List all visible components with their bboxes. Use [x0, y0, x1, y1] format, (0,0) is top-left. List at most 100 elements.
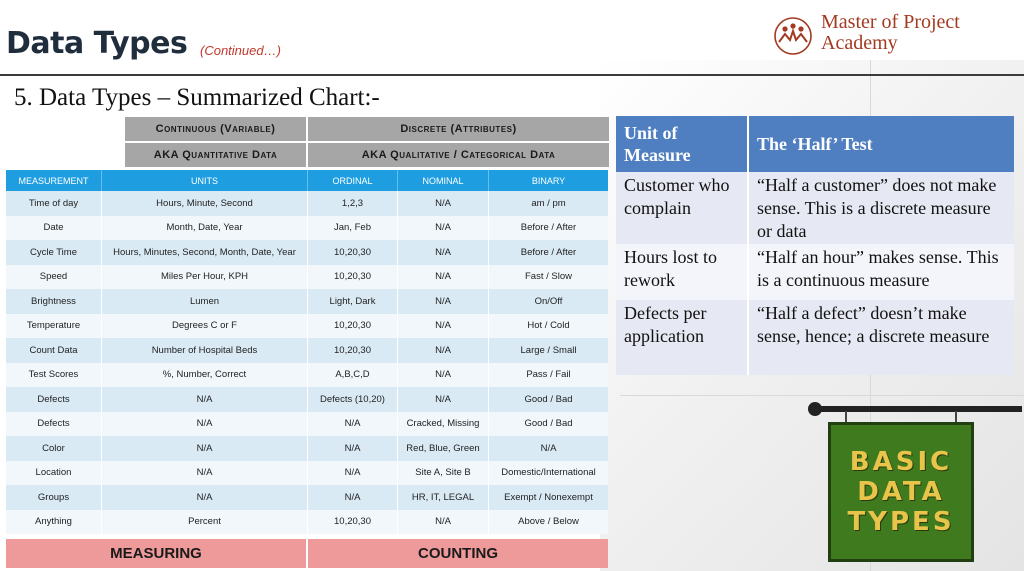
data-types-table: MEASUREMENT UNITS ORDINAL NOMINAL BINARY… [6, 170, 608, 534]
table-footer-row: MEASURING COUNTING [6, 539, 608, 568]
binary-cell: Fast / Slow [525, 271, 572, 283]
unit-cell: Defects per application [616, 300, 749, 375]
ordinal-cell: 1,2,3 [308, 191, 398, 216]
people-icon [774, 17, 812, 55]
ordinal-cell: N/A [308, 411, 398, 436]
basic-data-types-sign: BASIC DATA TYPES [828, 422, 974, 562]
measurement-cell: Color [6, 436, 102, 461]
nominal-cell: Cracked, Missing [398, 411, 489, 436]
sign-line: BASIC [849, 447, 953, 477]
nominal-cell: Red, Blue, Green [398, 436, 489, 461]
column-header-nominal: NOMINAL [398, 170, 489, 191]
column-header-ordinal: ORDINAL [308, 170, 398, 191]
category-continuous: Continuous (Variable) [125, 117, 308, 141]
logo-text: Master of Project Academy [821, 12, 960, 54]
sign-line: DATA [857, 477, 945, 507]
nominal-cell: N/A [398, 387, 489, 412]
category-discrete: Discrete (Attributes) [308, 117, 609, 141]
ordinal-cell: A,B,C,D [308, 362, 398, 387]
column-header-binary: BINARY [531, 175, 566, 186]
nominal-cell: HR, IT, LEGAL [398, 485, 489, 510]
table-row: Time of day Hours, Minute, Second 1,2,3 N/A… [6, 191, 608, 216]
ordinal-cell: 10,20,30 [308, 313, 398, 338]
units-cell: N/A [102, 411, 308, 436]
measurement-cell: Anything [6, 509, 102, 534]
measurement-cell: Time of day [6, 191, 102, 216]
units-cell: Hours, Minute, Second [102, 191, 308, 216]
column-header-units: UNITS [102, 170, 308, 191]
footer-measuring: MEASURING [6, 539, 308, 568]
test-cell: “Half a customer” does not make sense. T… [757, 175, 997, 241]
units-cell: Degrees C or F [102, 313, 308, 338]
binary-cell: On/Off [534, 295, 563, 307]
category-quantitative: AKA Quantitative Data [125, 143, 308, 167]
table-row: Defects N/A N/A Cracked, Missing Good / Bad [6, 411, 608, 436]
binary-cell: Before / After [520, 222, 577, 234]
nominal-cell: N/A [398, 338, 489, 363]
footer-counting: COUNTING [308, 539, 608, 568]
sign-line: TYPES [847, 507, 955, 537]
binary-cell: Before / After [520, 246, 577, 258]
table-row: Color N/A N/A Red, Blue, Green N/A [6, 436, 608, 461]
academy-logo: Master of Project Academy [773, 10, 1023, 60]
header-unit-of-measure: Unit of Measure [616, 116, 749, 172]
nominal-cell: N/A [398, 362, 489, 387]
test-cell: “Half an hour” makes sense. This is a co… [757, 247, 999, 290]
category-row-1: Continuous (Variable) Discrete (Attribut… [125, 117, 609, 141]
nominal-cell: N/A [398, 215, 489, 240]
measurement-cell: Speed [6, 264, 102, 289]
half-test-row: Customer who complain “Half a customer” … [616, 172, 1014, 244]
half-test-row: Defects per application “Half a defect” … [616, 300, 1014, 375]
background-line [620, 395, 1024, 396]
table-row: Brightness Lumen Light, Dark N/A On/Off [6, 289, 608, 314]
ordinal-cell: N/A [308, 436, 398, 461]
measurement-cell: Location [6, 460, 102, 485]
test-cell: “Half a defect” doesn’t make sense, henc… [757, 303, 990, 346]
binary-cell: Exempt / Nonexempt [504, 491, 593, 503]
binary-cell: Domestic/International [501, 467, 596, 479]
half-test-table: Unit of Measure The ‘Half’ Test Customer… [616, 116, 1014, 375]
table-row: Cycle Time Hours, Minutes, Second, Month,… [6, 240, 608, 265]
units-cell: Miles Per Hour, KPH [102, 264, 308, 289]
units-cell: Lumen [102, 289, 308, 314]
measurement-cell: Groups [6, 485, 102, 510]
category-qualitative: AKA Qualitative / Categorical Data [308, 143, 609, 167]
table-row: Anything Percent 10,20,30 N/A Above / Below [6, 509, 608, 534]
sign-bracket [812, 406, 1022, 412]
measurement-cell: Brightness [6, 289, 102, 314]
nominal-cell: N/A [398, 289, 489, 314]
ordinal-cell: Defects (10,20) [308, 387, 398, 412]
binary-cell: Hot / Cold [527, 320, 570, 332]
header-half-test: The ‘Half’ Test [757, 134, 873, 154]
nominal-cell: N/A [398, 264, 489, 289]
nominal-cell: N/A [398, 313, 489, 338]
half-test-row: Hours lost to rework “Half an hour” make… [616, 244, 1014, 300]
column-header-measurement: MEASUREMENT [6, 170, 102, 191]
binary-cell: Good / Bad [524, 418, 573, 430]
table-row: Location N/A N/A Site A, Site B Domestic/Int… [6, 460, 608, 485]
sign-bracket-knob [808, 402, 822, 416]
units-cell: Hours, Minutes, Second, Month, Date, Yea… [102, 240, 308, 265]
binary-cell: Good / Bad [524, 393, 573, 405]
measurement-cell: Temperature [6, 313, 102, 338]
measurement-cell: Defects [6, 411, 102, 436]
units-cell: N/A [102, 485, 308, 510]
table-row: Defects N/A Defects (10,20) N/A Good / Bad [6, 387, 608, 412]
header-divider [0, 74, 1024, 76]
ordinal-cell: N/A [308, 460, 398, 485]
slide-header: Data Types (Continued…) Master of Projec… [0, 0, 1024, 76]
category-row-2: AKA Quantitative Data AKA Qualitative / … [125, 143, 609, 167]
unit-cell: Hours lost to rework [616, 244, 749, 300]
measurement-cell: Defects [6, 387, 102, 412]
ordinal-cell: 10,20,30 [308, 509, 398, 534]
nominal-cell: N/A [398, 509, 489, 534]
table-row: Count Data Number of Hospital Beds 10,20,3… [6, 338, 608, 363]
ordinal-cell: 10,20,30 [308, 240, 398, 265]
measurement-cell: Date [6, 215, 102, 240]
table-header-row: MEASUREMENT UNITS ORDINAL NOMINAL BINARY [6, 170, 608, 191]
logo-line1: Master of Project [821, 11, 960, 33]
table-row: Test Scores%, Number, Correct A,B,C,D N/A P… [6, 362, 608, 387]
ordinal-cell: Light, Dark [308, 289, 398, 314]
half-test-header-row: Unit of Measure The ‘Half’ Test [616, 116, 1014, 172]
nominal-cell: N/A [398, 240, 489, 265]
